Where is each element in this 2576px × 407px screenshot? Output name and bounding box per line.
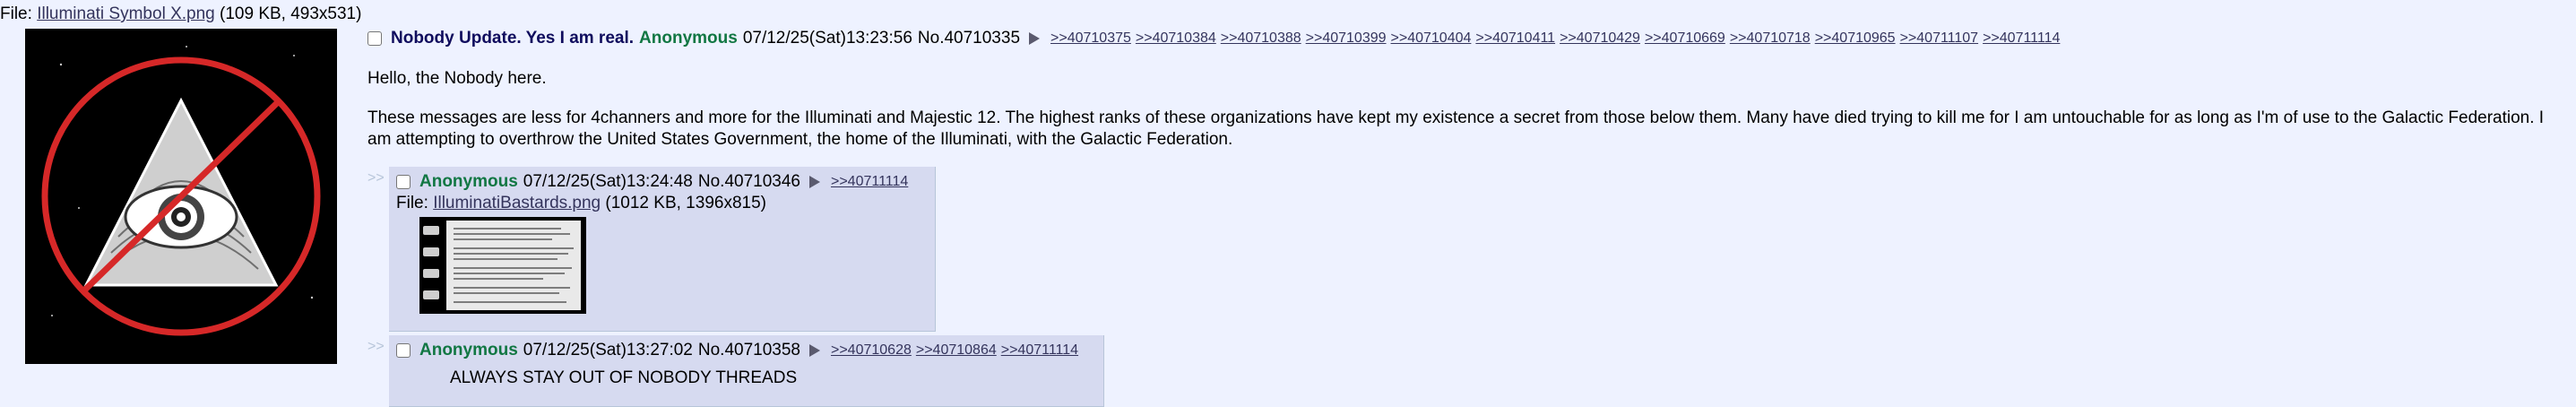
reply-poster-name: Anonymous [419, 341, 518, 359]
backlink[interactable]: >>40711107 [1900, 30, 1979, 46]
thumb-decoration [423, 290, 439, 299]
backlink[interactable]: >>40710388 [1221, 30, 1301, 46]
op-body-paragraph: Hello, the Nobody here. [367, 69, 547, 88]
backlink[interactable]: >>40710718 [1730, 30, 1811, 46]
backlink[interactable]: >>40710429 [1560, 30, 1640, 46]
backlink[interactable]: >>40710411 [1475, 30, 1555, 46]
thumb-text-line [454, 258, 558, 260]
backlink[interactable]: >>40710384 [1136, 30, 1216, 46]
op-poster-name: Anonymous [639, 29, 738, 48]
reply-datetime: 07/12/25(Sat)13:27:02 [523, 341, 693, 359]
reply-post: Anonymous 07/12/25(Sat)13:24:48 No.40710… [389, 167, 936, 332]
reply-thumbnail[interactable] [419, 217, 586, 314]
thumb-text-line [454, 228, 561, 229]
thumb-text-line [454, 253, 568, 255]
thumb-text-line [454, 233, 570, 235]
thumb-text-line [454, 247, 574, 249]
thumb-text-line [454, 292, 559, 294]
op-file-info: File: Illuminati Symbol X.png (109 KB, 4… [0, 4, 361, 25]
reply-backlinks: >>40711114 [831, 170, 912, 194]
reply-file-prefix: File: [396, 194, 434, 212]
reply-select-checkbox[interactable] [396, 175, 411, 189]
reply-post-header: Anonymous 07/12/25(Sat)13:27:02 No.40710… [396, 339, 1100, 362]
op-file-prefix: File: [0, 4, 38, 23]
op-backlinks: >>40710375 >>40710384 >>40710388 >>40710399… [1050, 27, 2064, 50]
op-datetime: 07/12/25(Sat)13:23:56 [742, 29, 912, 48]
reply-post-header: Anonymous 07/12/25(Sat)13:24:48 No.40710… [396, 170, 931, 194]
reply-file-info: File: IlluminatiBastards.png (1012 KB, 1… [396, 194, 931, 213]
thumb-text-line [454, 301, 566, 303]
op-file-meta: (109 KB, 493x531) [214, 4, 362, 23]
reply-post-number[interactable]: No.40710346 [698, 170, 800, 194]
backlink[interactable]: >>40711114 [1001, 342, 1078, 358]
op-post-header: Nobody Update. Yes I am real. Anonymous … [367, 27, 2563, 50]
post-menu-icon[interactable] [1029, 32, 1041, 45]
backlink[interactable]: >>40711114 [831, 174, 908, 189]
reply-side-arrows: >> [367, 339, 385, 354]
backlink[interactable]: >>40710864 [916, 342, 997, 358]
reply-post: Anonymous 07/12/25(Sat)13:27:02 No.40710… [389, 335, 1104, 407]
backlink[interactable]: >>40710628 [831, 342, 912, 358]
reply-backlinks: >>40710628 >>40710864 >>40711114 [831, 339, 1083, 362]
reply-post-number[interactable]: No.40710358 [698, 339, 800, 362]
thumb-text-line [454, 287, 570, 289]
thumb-decoration [423, 226, 439, 235]
op-post: Nobody Update. Yes I am real. Anonymous … [367, 27, 2563, 151]
reply-file-link[interactable]: IlluminatiBastards.png [433, 194, 601, 212]
op-subject: Nobody Update. Yes I am real. [391, 29, 635, 48]
reply-body-partial: ALWAYS STAY OUT OF NOBODY THREADS [450, 368, 798, 387]
post-menu-icon[interactable] [808, 344, 820, 357]
op-body-paragraph: These messages are less for 4channers an… [367, 108, 2545, 149]
op-select-checkbox[interactable] [367, 31, 382, 46]
thumb-decoration [423, 269, 439, 278]
illuminati-symbol-image [25, 29, 337, 364]
thumb-text-line [454, 273, 565, 274]
thumb-text-line [454, 238, 552, 240]
reply-datetime: 07/12/25(Sat)13:24:48 [523, 172, 693, 191]
backlink[interactable]: >>40710399 [1306, 30, 1387, 46]
post-menu-icon[interactable] [808, 176, 820, 188]
backlink[interactable]: >>40710375 [1050, 30, 1131, 46]
backlink[interactable]: >>40710669 [1645, 30, 1725, 46]
reply-poster-name: Anonymous [419, 172, 518, 191]
reply-select-checkbox[interactable] [396, 343, 411, 358]
reply-side-arrows: >> [367, 170, 385, 186]
backlink[interactable]: >>40711114 [1983, 30, 2060, 46]
op-post-body: Hello, the Nobody here. These messages a… [367, 68, 2563, 151]
thumb-document [446, 221, 581, 310]
op-file-link[interactable]: Illuminati Symbol X.png [37, 4, 215, 23]
thumb-decoration [423, 247, 439, 256]
thumb-text-line [454, 267, 572, 269]
op-image[interactable] [25, 29, 337, 364]
reply-file-meta: (1012 KB, 1396x815) [601, 194, 766, 212]
backlink[interactable]: >>40710965 [1815, 30, 1896, 46]
thumb-text-line [454, 278, 543, 280]
backlink[interactable]: >>40710404 [1391, 30, 1472, 46]
op-post-number[interactable]: No.40710335 [918, 27, 1020, 50]
